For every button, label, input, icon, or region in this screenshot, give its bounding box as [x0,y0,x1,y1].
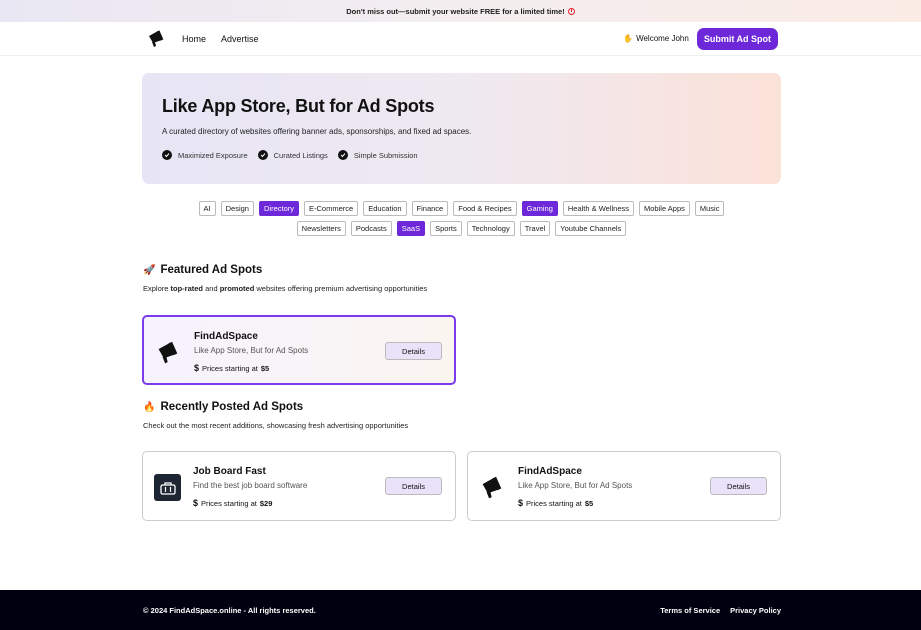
recent-subtitle: Check out the most recent additions, sho… [143,421,409,430]
details-button[interactable]: Details [385,342,442,360]
featured-subtitle: Explore top-rated and promoted websites … [143,284,427,293]
recent-section-title: 🔥 Recently Posted Ad Spots [143,401,303,413]
price-label: Prices starting at [202,363,258,373]
category-tag[interactable]: Mobile Apps [639,201,690,216]
card-tagline: Like App Store, But for Ad Spots [194,346,309,355]
briefcase-icon [154,474,181,501]
price-label: Prices starting at [201,498,257,508]
category-tag[interactable]: Travel [519,221,551,236]
price-value: $5 [584,498,594,508]
price-label: Prices starting at [526,498,582,508]
category-tag[interactable]: Directory [258,201,299,216]
card-title: FindAdSpace [518,466,582,477]
hero-title: Like App Store, But for Ad Spots [162,96,435,116]
feature-label: Simple Submission [353,150,418,160]
featured-subtitle-text: websites offering premium advertising op… [254,284,428,293]
dollar-icon: $ [194,363,200,373]
category-tags-row-1: AI Design Directory E-Commerce Education Fina… [142,201,781,216]
featured-section-title: 🚀 Featured Ad Spots [143,264,262,276]
terms-link[interactable]: Terms of Service [660,606,720,615]
card-price: $ Prices starting at $5 [194,363,269,373]
category-tag[interactable]: Newsletters [296,221,346,236]
feature-item: Simple Submission [337,150,418,160]
category-tag[interactable]: Finance [411,201,449,216]
waving-hand-icon: ✋ [623,34,634,43]
card-title: FindAdSpace [194,331,258,342]
category-tag[interactable]: Education [363,201,407,216]
category-tag[interactable]: Design [220,201,254,216]
hero-features: Maximized Exposure Curated Listings Simp… [162,150,761,160]
card-tagline: Like App Store, But for Ad Spots [518,481,633,490]
check-circle-icon [257,150,268,160]
featured-ad-card[interactable]: FindAdSpace Like App Store, But for Ad S… [142,315,456,385]
category-tag[interactable]: Technology [466,221,515,236]
category-tags-row-2: Newsletters Podcasts SaaS Sports Technology T… [142,221,781,236]
megaphone-icon [479,474,506,501]
featured-subtitle-bold: top-rated [170,284,204,293]
recent-ad-card[interactable]: FindAdSpace Like App Store, But for Ad S… [467,451,781,521]
featured-title-text: Featured Ad Spots [160,264,263,276]
details-button[interactable]: Details [710,477,767,495]
top-nav: Home Advertise ✋ Welcome John Submit Ad … [0,22,921,56]
recent-title-text: Recently Posted Ad Spots [160,401,304,413]
footer-copyright: © 2024 FindAdSpace.online - All rights r… [143,605,316,615]
check-circle-icon [162,150,172,160]
category-tag[interactable]: Sports [430,221,462,236]
recent-ad-card[interactable]: Job Board Fast Find the best job board s… [142,451,456,521]
feature-label: Maximized Exposure [178,150,248,160]
submit-ad-spot-button[interactable]: Submit Ad Spot [696,27,778,50]
feature-item: Maximized Exposure [162,150,248,160]
footer: © 2024 FindAdSpace.online - All rights r… [0,590,921,630]
promo-banner-text: Don't miss out—submit your website FREE … [346,6,565,16]
category-tag[interactable]: Health & Wellness [562,201,635,216]
category-tag[interactable]: Music [694,201,725,216]
category-tag[interactable]: Podcasts [350,221,392,236]
rocket-icon: 🚀 [143,264,156,276]
privacy-link[interactable]: Privacy Policy [730,606,781,615]
nav-advertise-link[interactable]: Advertise [221,34,259,44]
card-title: Job Board Fast [193,466,266,477]
category-tag[interactable]: Youtube Channels [555,221,627,236]
hero-section: Like App Store, But for Ad Spots A curat… [142,73,781,184]
category-tag[interactable]: Food & Recipes [453,201,517,216]
megaphone-icon [155,339,182,366]
promo-banner: Don't miss out—submit your website FREE … [0,0,921,22]
nav-home-link[interactable]: Home [182,34,206,44]
featured-subtitle-bold: promoted [219,284,255,293]
feature-item: Curated Listings [257,150,328,160]
card-price: $ Prices starting at $29 [193,498,272,508]
details-button[interactable]: Details [385,477,442,495]
price-value: $29 [259,498,273,508]
hero-subtitle: A curated directory of websites offering… [162,127,472,136]
megaphone-logo-icon[interactable] [147,29,167,49]
card-price: $ Prices starting at $5 [518,498,593,508]
price-value: $5 [260,363,270,373]
welcome-text: Welcome John [636,34,689,43]
check-circle-icon [337,150,348,160]
clock-icon [567,7,575,15]
featured-subtitle-text: Explore [143,284,171,293]
welcome-message: ✋ Welcome John [623,34,689,43]
category-tag[interactable]: SaaS [396,221,426,236]
featured-subtitle-text: and [203,284,220,293]
category-tag[interactable]: E-Commerce [304,201,359,216]
feature-label: Curated Listings [273,150,328,160]
fire-icon: 🔥 [143,401,156,413]
category-tag[interactable]: Gaming [521,201,558,216]
category-tag[interactable]: AI [198,201,216,216]
dollar-icon: $ [193,498,199,508]
dollar-icon: $ [518,498,524,508]
card-tagline: Find the best job board software [193,481,308,490]
